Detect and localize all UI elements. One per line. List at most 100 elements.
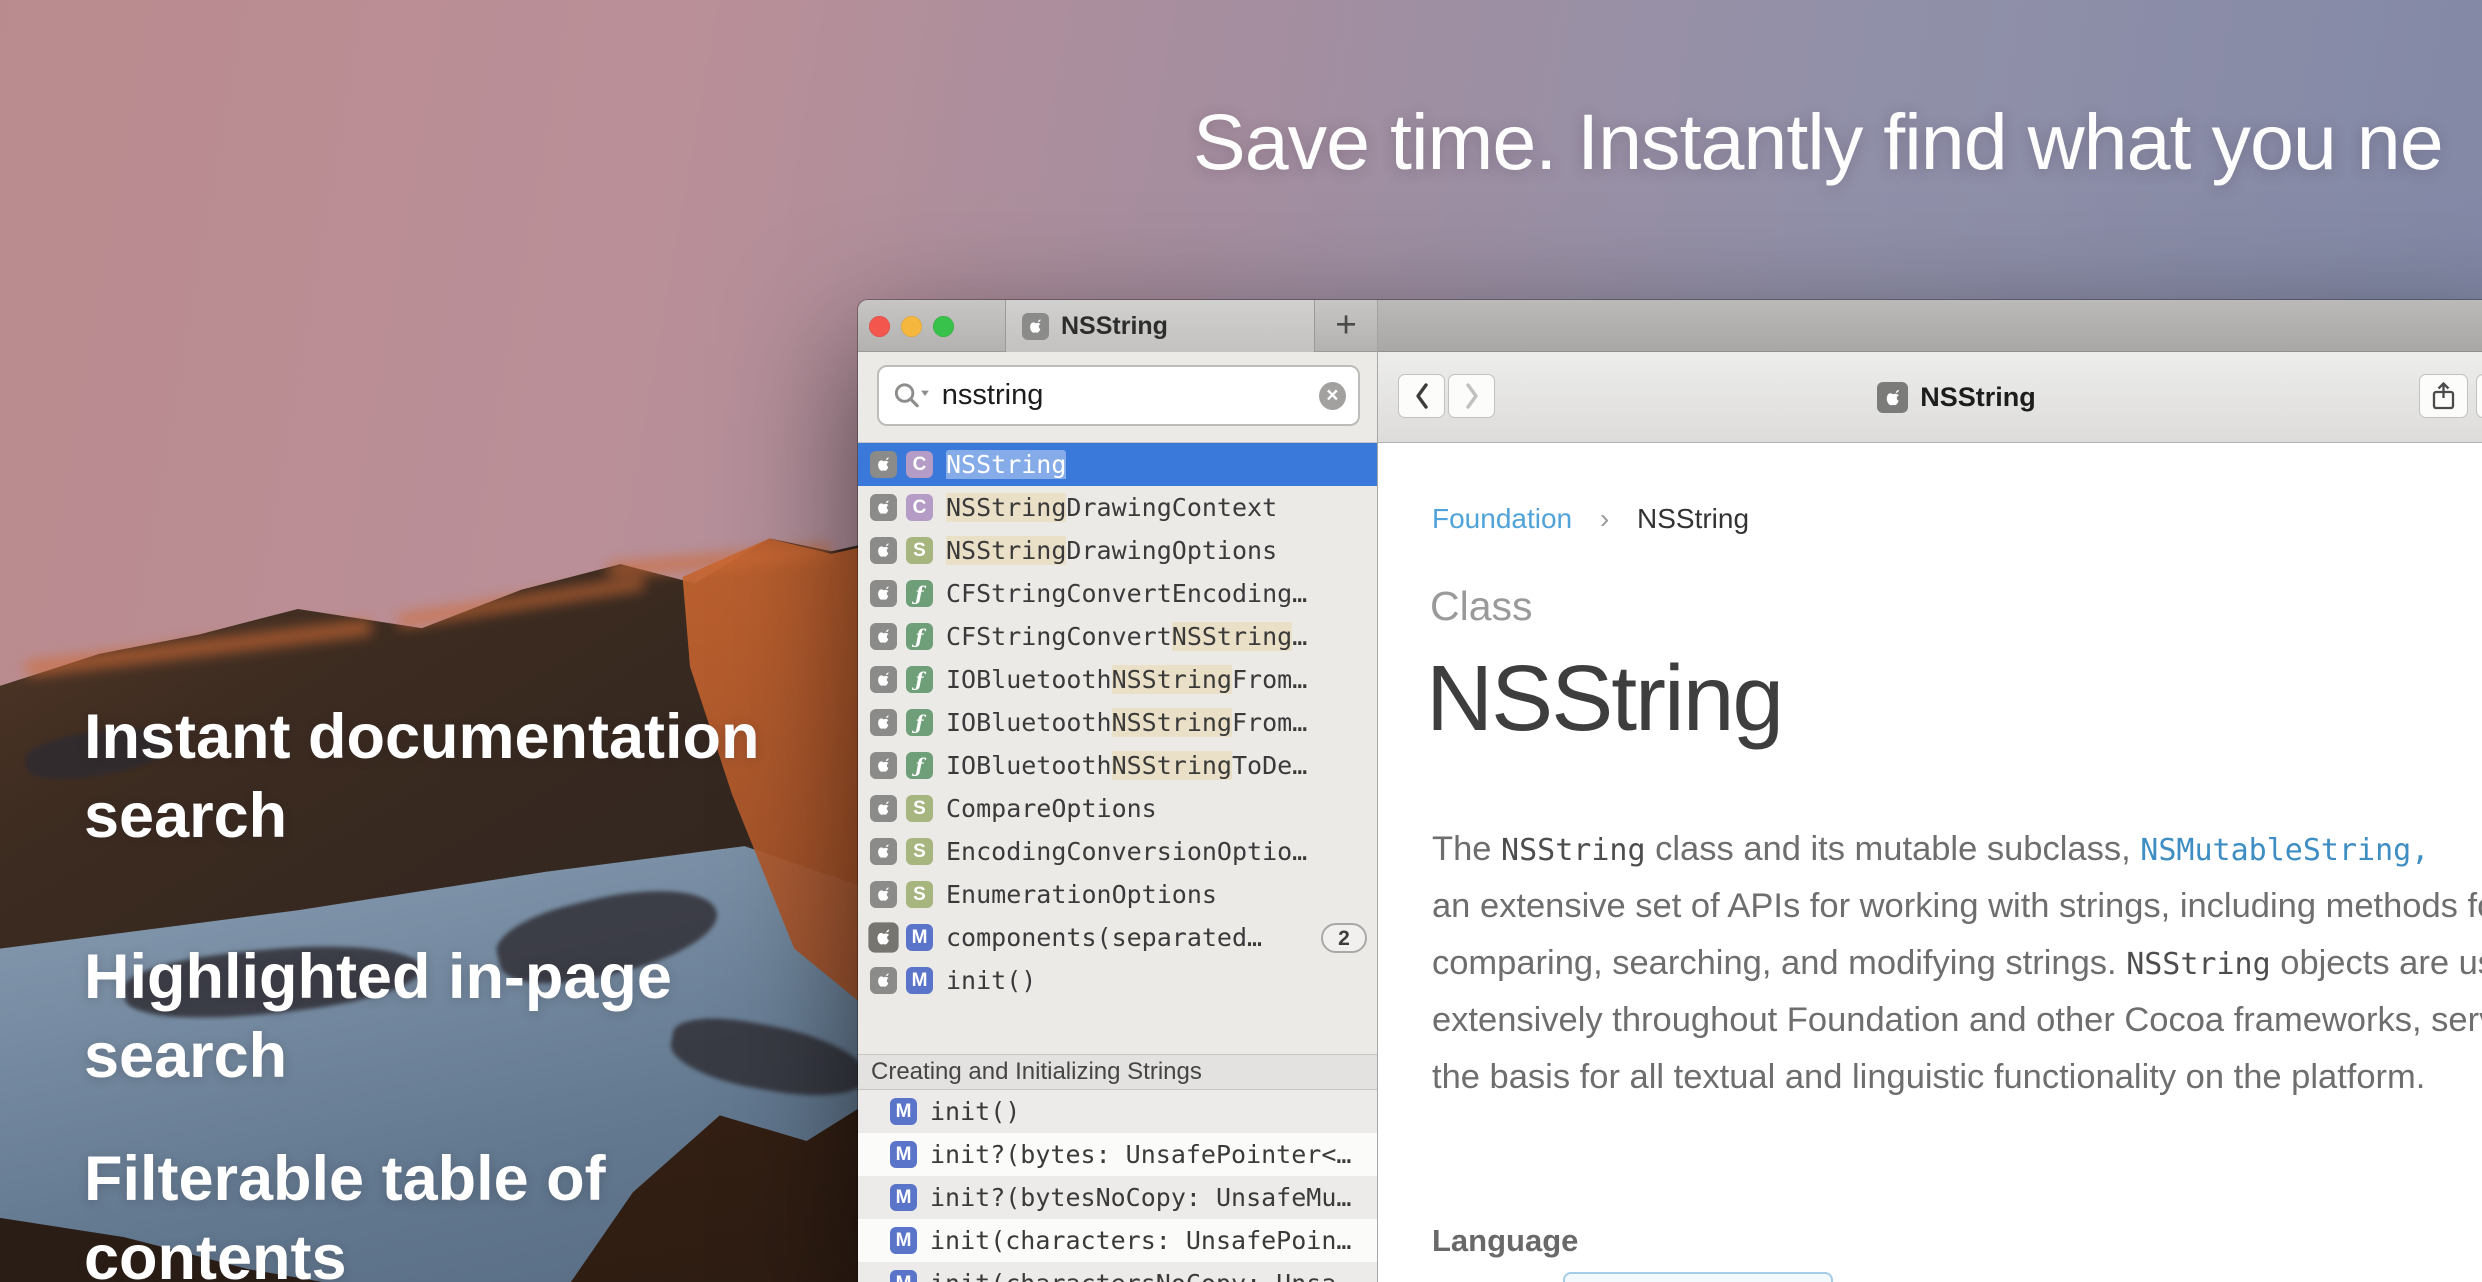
result-label: CFStringConvertNSString… <box>946 622 1377 651</box>
result-label: IOBluetoothNSStringToDe… <box>946 751 1377 780</box>
apple-docset-icon <box>870 666 897 693</box>
tab-bar-empty-area <box>1377 300 2482 352</box>
hero-headline: Save time. Instantly find what you ne <box>1193 96 2443 188</box>
documentation-pane: NSString Foundation › NSString Class NSS… <box>1377 352 2482 1282</box>
result-label: IOBluetoothNSStringFrom… <box>946 708 1377 737</box>
result-label: CFStringConvertEncoding… <box>946 579 1377 608</box>
feature-line: contents <box>84 1219 606 1282</box>
feature-toc: Filterable table of contents <box>84 1140 606 1282</box>
tab-bar: NSString + <box>858 300 2482 352</box>
search-result-row[interactable]: ƒ CFStringConvertNSString… <box>858 615 1377 658</box>
doc-paragraph-line: The NSString class and its mutable subcl… <box>1432 821 2482 878</box>
zoom-button[interactable] <box>933 316 954 337</box>
apple-docset-icon <box>1022 313 1049 340</box>
toc-row[interactable]: Minit(characters: UnsafePoin… <box>858 1219 1377 1262</box>
toc-label: init(characters: UnsafePoin… <box>930 1226 1377 1255</box>
dash-promo-screenshot: Save time. Instantly find what you ne In… <box>0 0 2482 1282</box>
doc-paragraph-line: the basis for all textual and linguistic… <box>1432 1049 2482 1106</box>
breadcrumb-current: NSString <box>1637 503 1749 534</box>
feature-line: search <box>84 777 760 856</box>
toc-row[interactable]: Minit(charactersNoCopy: Unsa… <box>858 1262 1377 1282</box>
clear-search-icon[interactable]: × <box>1319 382 1346 410</box>
language-toggle[interactable] <box>1563 1272 1833 1282</box>
code-link[interactable]: NSMutableString, <box>2140 833 2429 868</box>
symbol-kind-badge: M <box>906 967 933 994</box>
symbol-kind-badge: M <box>890 1270 917 1282</box>
close-button[interactable] <box>869 316 890 337</box>
search-icon[interactable] <box>891 380 932 412</box>
share-button[interactable] <box>2419 374 2468 418</box>
symbol-kind-badge: M <box>890 1141 917 1168</box>
tab-nsstring[interactable]: NSString <box>1005 300 1315 352</box>
search-result-row[interactable]: SEncodingConversionOptio… <box>858 830 1377 873</box>
toc-label: init?(bytesNoCopy: UnsafeMu… <box>930 1183 1377 1212</box>
symbol-kind-eyebrow: Class <box>1430 583 1533 630</box>
apple-docset-icon <box>870 752 897 779</box>
search-result-row[interactable]: ƒ CFStringConvertEncoding… <box>858 572 1377 615</box>
new-tab-button[interactable]: + <box>1315 300 1377 352</box>
apple-docset-icon <box>870 838 897 865</box>
search-result-row[interactable]: SNSStringDrawingOptions <box>858 529 1377 572</box>
feature-inpage-search: Highlighted in-page search <box>84 938 672 1096</box>
symbol-kind-badge: ƒ <box>906 580 933 607</box>
search-input[interactable] <box>942 379 1319 412</box>
language-label: Language <box>1432 1223 1578 1259</box>
search-result-row[interactable]: CNSStringDrawingContext <box>858 486 1377 529</box>
search-result-row[interactable]: ƒ IOBluetoothNSStringToDe… <box>858 744 1377 787</box>
breadcrumb: Foundation › NSString <box>1432 503 1749 535</box>
search-result-row[interactable]: ƒIOBluetoothNSStringFrom… <box>858 658 1377 701</box>
search-result-row[interactable]: ƒIOBluetoothNSStringFrom… <box>858 701 1377 744</box>
apple-docset-icon <box>1877 382 1908 413</box>
result-label: NSStringDrawingContext <box>946 493 1377 522</box>
doc-paragraph-line: an extensive set of APIs for working wit… <box>1432 878 2482 935</box>
toc-label: init?(bytes: UnsafePointer<… <box>930 1140 1377 1169</box>
result-label: NSString <box>946 450 1377 479</box>
doc-paragraph-line: extensively throughout Foundation and ot… <box>1432 992 2482 1049</box>
feature-line: Instant documentation <box>84 698 760 777</box>
search-result-row[interactable]: SEnumerationOptions <box>858 873 1377 916</box>
tab-title: NSString <box>1061 312 1168 341</box>
toc-row[interactable]: Minit() <box>858 1090 1377 1133</box>
feature-instant-search: Instant documentation search <box>84 698 760 856</box>
apple-docset-icon <box>870 494 897 521</box>
symbol-kind-badge: S <box>906 881 933 908</box>
result-label: EncodingConversionOptio… <box>946 837 1377 866</box>
page-title: NSString <box>1426 645 1782 752</box>
symbol-kind-badge: S <box>906 537 933 564</box>
toc-list: Minit()Minit?(bytes: UnsafePointer<…Mini… <box>858 1090 1377 1282</box>
result-label: CompareOptions <box>946 794 1377 823</box>
symbol-kind-badge: M <box>890 1184 917 1211</box>
match-count-badge: 2 <box>1321 923 1367 953</box>
toolbar-extra-button[interactable] <box>2476 374 2482 418</box>
symbol-kind-badge: ƒ <box>906 752 933 779</box>
apple-docset-icon <box>870 967 897 994</box>
symbol-kind-badge: S <box>906 795 933 822</box>
toc-label: init() <box>930 1097 1377 1126</box>
minimize-button[interactable] <box>901 316 922 337</box>
toc-row[interactable]: Minit?(bytes: UnsafePointer<… <box>858 1133 1377 1176</box>
breadcrumb-foundation-link[interactable]: Foundation <box>1432 503 1572 534</box>
doc-content: Foundation › NSString Class NSString The… <box>1378 443 2482 1282</box>
toc-row[interactable]: Minit?(bytesNoCopy: UnsafeMu… <box>858 1176 1377 1219</box>
symbol-kind-badge: M <box>890 1098 917 1125</box>
symbol-kind-badge: M <box>890 1227 917 1254</box>
result-label: IOBluetoothNSStringFrom… <box>946 665 1377 694</box>
search-results-list: CNSStringCNSStringDrawingContextSNSStrin… <box>858 443 1377 1002</box>
result-label: components(separated… <box>946 923 1321 952</box>
search-result-row[interactable]: Mcomponents(separated…2 <box>858 916 1377 959</box>
apple-docset-icon <box>870 451 897 478</box>
symbol-kind-badge: M <box>906 924 933 951</box>
toc-label: init(charactersNoCopy: Unsa… <box>930 1269 1377 1282</box>
search-result-row[interactable]: S CompareOptions <box>858 787 1377 830</box>
toolbar-title-label: NSString <box>1920 382 2036 413</box>
back-button[interactable] <box>1398 374 1445 418</box>
apple-docset-icon <box>868 922 898 952</box>
feature-line: Filterable table of <box>84 1140 606 1219</box>
symbol-kind-badge: ƒ <box>906 623 933 650</box>
search-area: × <box>858 352 1377 443</box>
search-result-row[interactable]: CNSString <box>858 443 1377 486</box>
search-field[interactable]: × <box>877 365 1360 426</box>
forward-button[interactable] <box>1448 374 1495 418</box>
search-result-row[interactable]: Minit() <box>858 959 1377 1002</box>
doc-paragraph-line: comparing, searching, and modifying stri… <box>1432 935 2482 992</box>
